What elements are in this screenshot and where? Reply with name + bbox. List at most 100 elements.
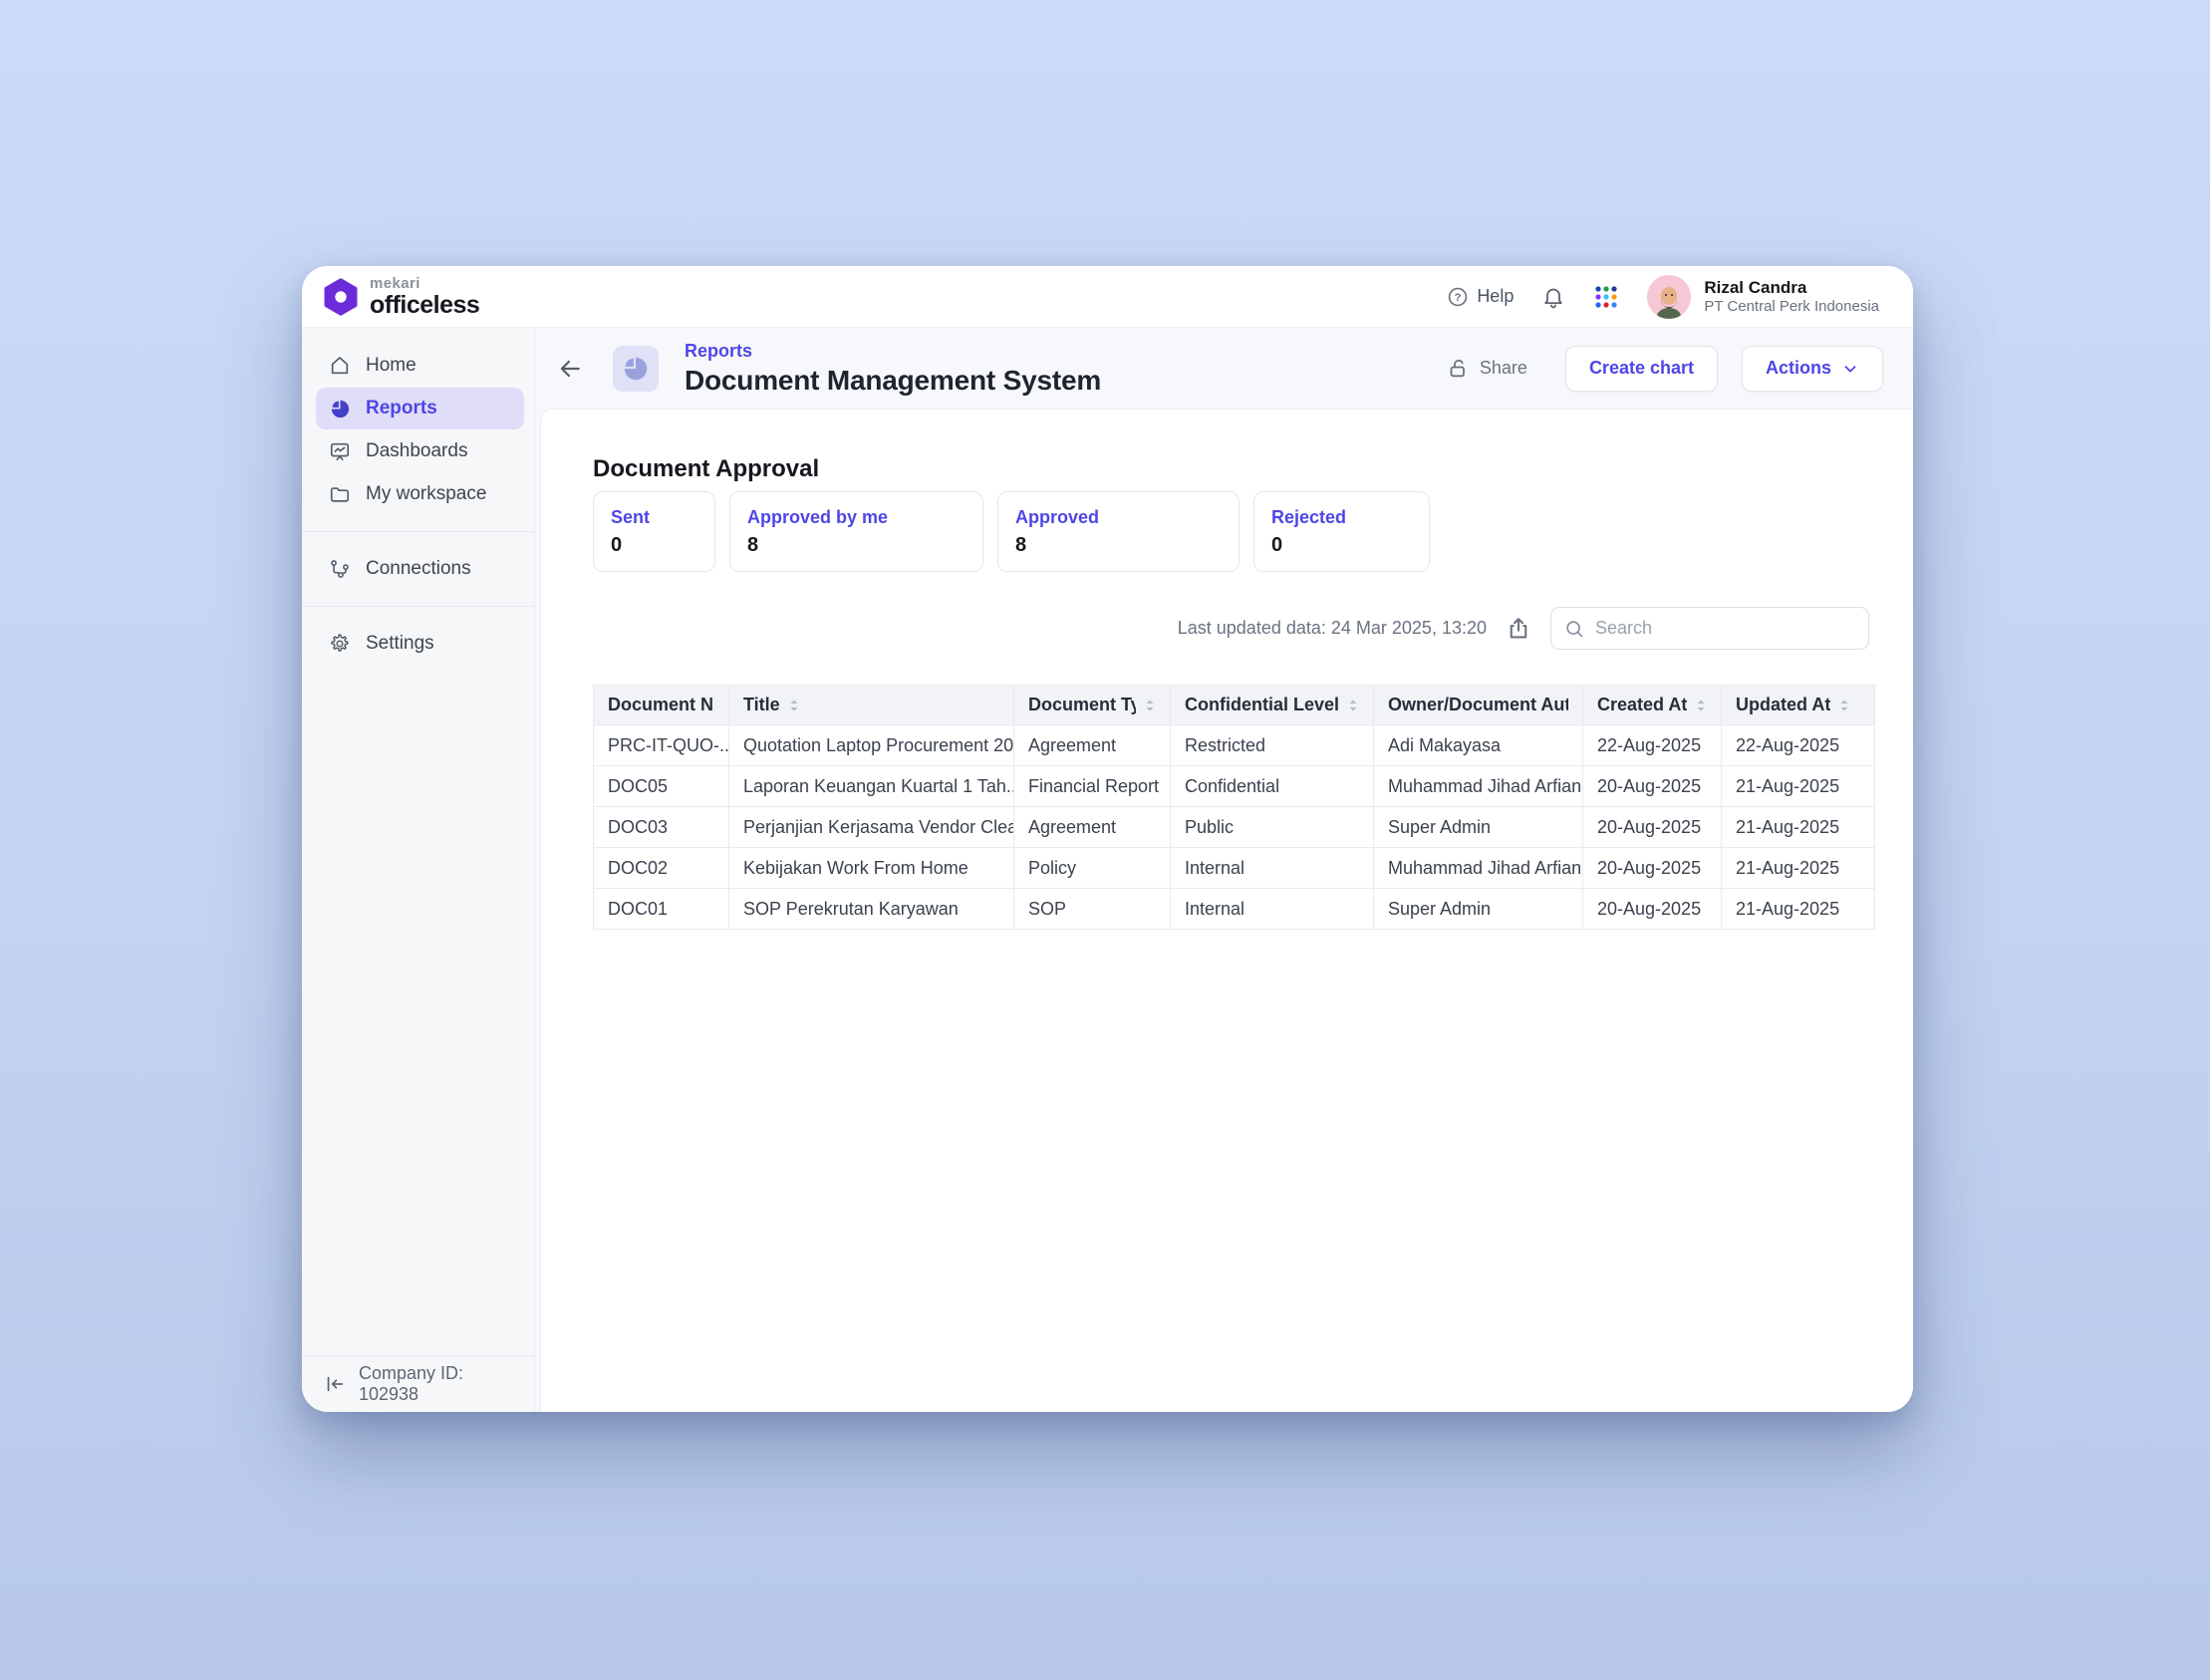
mekari-officeless-logo[interactable]: mekari officeless [322,276,479,318]
sidebar-item-dashboards[interactable]: Dashboards [316,430,524,472]
share-button[interactable]: Share [1447,357,1527,381]
back-arrow-icon [557,356,583,382]
cell-title: Perjanjian Kerjasama Vendor Clea.. [729,807,1014,848]
stat-label: Sent [611,507,697,528]
dashboard-icon [328,439,352,463]
collapse-sidebar-button[interactable] [324,1373,346,1395]
stat-card-approved[interactable]: Approved 8 [997,491,1240,572]
actions-label: Actions [1766,358,1831,379]
table-row[interactable]: DOC05 Laporan Keuangan Kuartal 1 Tah.. F… [593,766,1875,807]
stat-card-approved-by-me[interactable]: Approved by me 8 [729,491,983,572]
apps-grid-button[interactable] [1593,284,1619,310]
cell-document-type: Agreement [1014,725,1171,766]
table-row[interactable]: DOC02 Kebijakan Work From Home Policy In… [593,848,1875,889]
sidebar-item-label: Settings [366,633,434,655]
cell-owner: Muhammad Jihad Arfian [1374,848,1583,889]
sidebar-item-connections[interactable]: Connections [316,548,524,590]
cell-created-at: 20-Aug-2025 [1583,848,1722,889]
svg-text:?: ? [1455,292,1462,304]
cell-updated-at: 21-Aug-2025 [1722,889,1875,930]
sidebar-item-my-workspace[interactable]: My workspace [316,473,524,515]
breadcrumb[interactable]: Reports [685,341,1101,362]
stat-card-rejected[interactable]: Rejected 0 [1253,491,1430,572]
search-icon [1563,618,1585,640]
cell-created-at: 20-Aug-2025 [1583,766,1722,807]
stat-value: 8 [747,534,966,557]
search-box [1550,607,1869,650]
table-toolbar: Last updated data: 24 Mar 2025, 13:20 [1178,607,1869,650]
sidebar-divider [302,531,534,532]
actions-button[interactable]: Actions [1742,346,1883,392]
user-company: PT Central Perk Indonesia [1704,298,1879,317]
cell-confidential-level: Restricted [1171,725,1374,766]
table-row[interactable]: DOC03 Perjanjian Kerjasama Vendor Clea..… [593,807,1875,848]
stat-label: Rejected [1271,507,1412,528]
folder-icon [328,482,352,506]
column-header-document-type[interactable]: Document Type [1014,685,1171,725]
last-updated-text: Last updated data: 24 Mar 2025, 13:20 [1178,618,1487,639]
notifications-button[interactable] [1541,285,1565,309]
sidebar-item-reports[interactable]: Reports [316,388,524,429]
apps-grid-icon [1593,284,1619,310]
sort-icon[interactable] [1695,699,1707,712]
home-icon [328,354,352,378]
user-menu[interactable]: Rizal Candra PT Central Perk Indonesia [1647,275,1879,319]
cell-confidential-level: Internal [1171,848,1374,889]
export-icon [1505,615,1532,643]
column-header-document-number[interactable]: Document Number [593,685,729,725]
page-title: Document Management System [685,365,1101,397]
sort-icon[interactable] [1144,699,1156,712]
search-input[interactable] [1595,618,1856,639]
pie-chart-icon [328,397,352,420]
documents-table: Document Number Title Document Type Conf… [593,685,1875,930]
column-header-created-at[interactable]: Created At [1583,685,1722,725]
stat-label: Approved [1015,507,1222,528]
stat-card-sent[interactable]: Sent 0 [593,491,715,572]
stat-value: 8 [1015,534,1222,557]
question-circle-icon: ? [1447,286,1469,308]
cell-title: Kebijakan Work From Home [729,848,1014,889]
back-button[interactable] [555,354,585,384]
main-area: Reports Document Management System Share… [535,328,1913,1412]
connections-icon [328,557,352,581]
table-row[interactable]: PRC-IT-QUO-.. Quotation Laptop Procureme… [593,725,1875,766]
chevron-down-icon [1841,360,1859,378]
sort-icon[interactable] [1838,699,1850,712]
bell-icon [1541,285,1565,309]
column-header-updated-at[interactable]: Updated At [1722,685,1875,725]
sidebar-item-settings[interactable]: Settings [316,623,524,665]
cell-title: Laporan Keuangan Kuartal 1 Tah.. [729,766,1014,807]
cell-document-number: DOC03 [593,807,729,848]
column-header-confidential-level[interactable]: Confidential Level [1171,685,1374,725]
cell-updated-at: 22-Aug-2025 [1722,725,1875,766]
help-label: Help [1477,286,1514,307]
help-button[interactable]: ? Help [1447,286,1514,308]
sort-icon[interactable] [788,699,800,712]
sidebar-item-home[interactable]: Home [316,345,524,387]
cell-title: Quotation Laptop Procurement 20.. [729,725,1014,766]
table-row[interactable]: DOC01 SOP Perekrutan Karyawan SOP Intern… [593,889,1875,930]
cell-confidential-level: Public [1171,807,1374,848]
stat-value: 0 [611,534,697,557]
column-header-owner[interactable]: Owner/Document Author [1374,685,1583,725]
company-id-label: Company ID: 102938 [359,1363,512,1405]
cell-confidential-level: Confidential [1171,766,1374,807]
cell-document-type: Agreement [1014,807,1171,848]
cell-document-number: PRC-IT-QUO-.. [593,725,729,766]
create-chart-button[interactable]: Create chart [1565,346,1718,392]
avatar [1647,275,1691,319]
cell-document-number: DOC05 [593,766,729,807]
column-header-title[interactable]: Title [729,685,1014,725]
export-button[interactable] [1505,615,1532,643]
cell-updated-at: 21-Aug-2025 [1722,766,1875,807]
cell-updated-at: 21-Aug-2025 [1722,848,1875,889]
cell-owner: Super Admin [1374,807,1583,848]
cell-document-type: SOP [1014,889,1171,930]
logo-product: officeless [370,293,479,318]
sidebar-item-label: Reports [366,398,437,420]
cell-document-number: DOC02 [593,848,729,889]
sidebar-item-label: My workspace [366,483,486,505]
app-window: mekari officeless ? Help [302,266,1913,1412]
sort-icon[interactable] [1347,699,1359,712]
cell-document-number: DOC01 [593,889,729,930]
